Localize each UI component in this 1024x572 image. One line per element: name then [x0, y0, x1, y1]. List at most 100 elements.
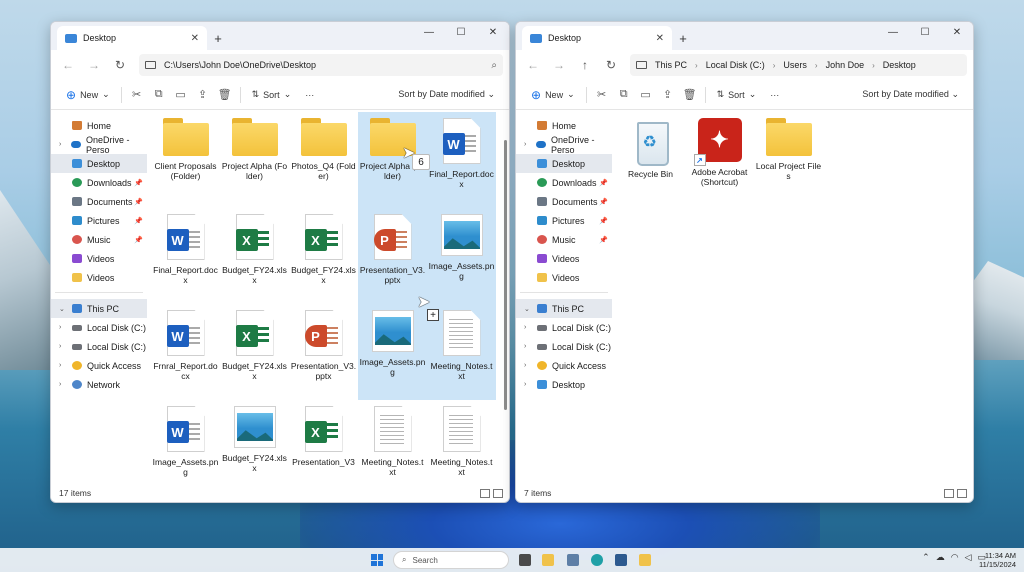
- sidebar-item[interactable]: › Local Disk (C:): [516, 318, 612, 337]
- file-item[interactable]: Image_Assets.png: [427, 208, 496, 304]
- forward-button[interactable]: →: [548, 54, 570, 76]
- chevron-right-icon[interactable]: ›: [524, 141, 531, 148]
- sidebar-item[interactable]: › Network: [51, 375, 147, 394]
- delete-button[interactable]: 🗑: [214, 83, 236, 107]
- share-button[interactable]: ⇪: [192, 83, 214, 107]
- pin-icon[interactable]: 📌: [599, 198, 608, 206]
- chevron-right-icon[interactable]: ›: [524, 381, 532, 388]
- file-item[interactable]: Meeting_Notes.txt: [427, 400, 496, 484]
- sidebar-item[interactable]: Downloads 📌: [516, 173, 612, 192]
- sidebar-item[interactable]: Pictures 📌: [516, 211, 612, 230]
- file-item[interactable]: W Final_Report.docx: [427, 112, 496, 208]
- task-view-icon[interactable]: [519, 554, 531, 566]
- sidebar-item[interactable]: ⌄ This PC: [516, 299, 612, 318]
- file-item[interactable]: X Budget_FY24.xlsx: [289, 208, 358, 304]
- new-tab-button[interactable]: +: [207, 26, 229, 50]
- close-window-button[interactable]: ✕: [477, 22, 509, 42]
- sidebar-item[interactable]: ⌄ This PC: [51, 299, 147, 318]
- copy-button[interactable]: ⧉: [148, 83, 170, 107]
- file-item[interactable]: Image_Assets.png: [358, 304, 427, 400]
- cut-button[interactable]: ✂: [126, 83, 148, 107]
- sidebar-item[interactable]: Desktop: [516, 154, 612, 173]
- maximize-button[interactable]: ☐: [445, 22, 477, 42]
- refresh-button[interactable]: ↻: [109, 54, 131, 76]
- breadcrumb-item[interactable]: Users: [783, 60, 807, 70]
- sidebar-item[interactable]: Desktop: [51, 154, 147, 173]
- file-item[interactable]: ✦ ↗ Adobe Acrobat (Shortcut): [685, 112, 754, 208]
- up-button[interactable]: ↑: [574, 54, 596, 76]
- vertical-scrollbar[interactable]: [504, 140, 507, 410]
- clock[interactable]: 11:34 AM 11/15/2024: [979, 551, 1016, 569]
- mail-icon[interactable]: [567, 554, 579, 566]
- sort-by-dropdown[interactable]: Sort by Date modified ⌄: [398, 89, 501, 100]
- breadcrumb-item[interactable]: This PC: [655, 60, 687, 70]
- sidebar-item[interactable]: Videos: [516, 268, 612, 287]
- file-item[interactable]: X Budget_FY24.xlsx: [220, 208, 289, 304]
- breadcrumb-item[interactable]: Local Disk (C:): [706, 60, 765, 70]
- more-options-button[interactable]: ···: [298, 83, 321, 107]
- address-bar[interactable]: C:\Users\John Doe\OneDrive\Desktop ⌕: [139, 54, 503, 76]
- sidebar-item[interactable]: Music 📌: [516, 230, 612, 249]
- refresh-button[interactable]: ↻: [600, 54, 622, 76]
- breadcrumb-item[interactable]: Desktop: [883, 60, 916, 70]
- tiles-view-button[interactable]: [493, 488, 503, 498]
- pin-icon[interactable]: 📌: [134, 198, 143, 206]
- file-explorer-active-icon[interactable]: [639, 554, 651, 566]
- pin-icon[interactable]: 📌: [599, 179, 608, 187]
- back-button[interactable]: ←: [57, 54, 79, 76]
- tab-desktop[interactable]: Desktop ✕: [57, 26, 207, 50]
- pin-icon[interactable]: 📌: [599, 217, 608, 225]
- sidebar-item[interactable]: Home: [516, 116, 612, 135]
- chevron-down-icon[interactable]: ⌄: [59, 305, 67, 313]
- rename-button[interactable]: ▭: [635, 83, 657, 107]
- pin-icon[interactable]: 📌: [134, 179, 143, 187]
- minimize-button[interactable]: —: [413, 22, 445, 42]
- sidebar-item[interactable]: Home: [51, 116, 147, 135]
- sidebar-item[interactable]: › Local Disk (C:): [51, 318, 147, 337]
- sidebar-item[interactable]: Documents 📌: [516, 192, 612, 211]
- sidebar-item[interactable]: Videos: [516, 249, 612, 268]
- chevron-right-icon[interactable]: ›: [59, 141, 66, 148]
- file-explorer-icon[interactable]: [542, 554, 554, 566]
- sidebar-item[interactable]: › Local Disk (C:): [516, 337, 612, 356]
- rename-button[interactable]: ▭: [170, 83, 192, 107]
- forward-button[interactable]: →: [83, 54, 105, 76]
- pin-icon[interactable]: 📌: [599, 236, 608, 244]
- file-item[interactable]: Meeting_Notes.txt: [358, 400, 427, 484]
- sidebar-item[interactable]: › OneDrive - Perso: [516, 135, 612, 155]
- tab-desktop[interactable]: Desktop ✕: [522, 26, 672, 50]
- breadcrumb-item[interactable]: John Doe: [826, 60, 865, 70]
- new-tab-button[interactable]: +: [672, 26, 694, 50]
- chevron-right-icon[interactable]: ›: [59, 324, 67, 331]
- sidebar-item[interactable]: Downloads 📌: [51, 173, 147, 192]
- more-options-button[interactable]: ···: [763, 83, 786, 107]
- sidebar-item[interactable]: › Desktop: [516, 375, 612, 394]
- file-item[interactable]: Local Project Files: [754, 112, 823, 208]
- file-item[interactable]: Budget_FY24.xlsx: [220, 400, 289, 484]
- file-item[interactable]: X Presentation_V3: [289, 400, 358, 484]
- sidebar-item[interactable]: › OneDrive - Perso: [51, 135, 147, 155]
- chevron-right-icon[interactable]: ›: [524, 343, 532, 350]
- address-bar[interactable]: This PC › Local Disk (C:) › Users › John…: [630, 54, 967, 76]
- file-item[interactable]: W Image_Assets.png: [151, 400, 220, 484]
- file-item[interactable]: W Final_Report.docx: [151, 208, 220, 304]
- close-tab-icon[interactable]: ✕: [191, 33, 199, 44]
- chevron-right-icon[interactable]: ›: [59, 381, 67, 388]
- chevron-right-icon[interactable]: ›: [524, 362, 532, 369]
- chevron-up-icon[interactable]: ⌃: [922, 552, 930, 563]
- file-item[interactable]: X Budget_FY24.xlsx: [220, 304, 289, 400]
- sidebar-item[interactable]: Videos: [51, 268, 147, 287]
- wifi-icon[interactable]: ◠: [951, 552, 959, 563]
- sort-by-dropdown[interactable]: Sort by Date modified ⌄: [862, 89, 965, 100]
- sidebar-item[interactable]: Videos: [51, 249, 147, 268]
- search-icon[interactable]: ⌕: [491, 60, 497, 71]
- back-button[interactable]: ←: [522, 54, 544, 76]
- delete-button[interactable]: 🗑: [679, 83, 701, 107]
- sidebar-item[interactable]: › Quick Access: [51, 356, 147, 375]
- taskbar-search[interactable]: ⌕ Search: [393, 551, 509, 569]
- close-window-button[interactable]: ✕: [941, 22, 973, 42]
- sidebar-item[interactable]: Pictures 📌: [51, 211, 147, 230]
- sidebar-item[interactable]: Music 📌: [51, 230, 147, 249]
- copy-button[interactable]: ⧉: [613, 83, 635, 107]
- details-view-button[interactable]: [944, 488, 954, 498]
